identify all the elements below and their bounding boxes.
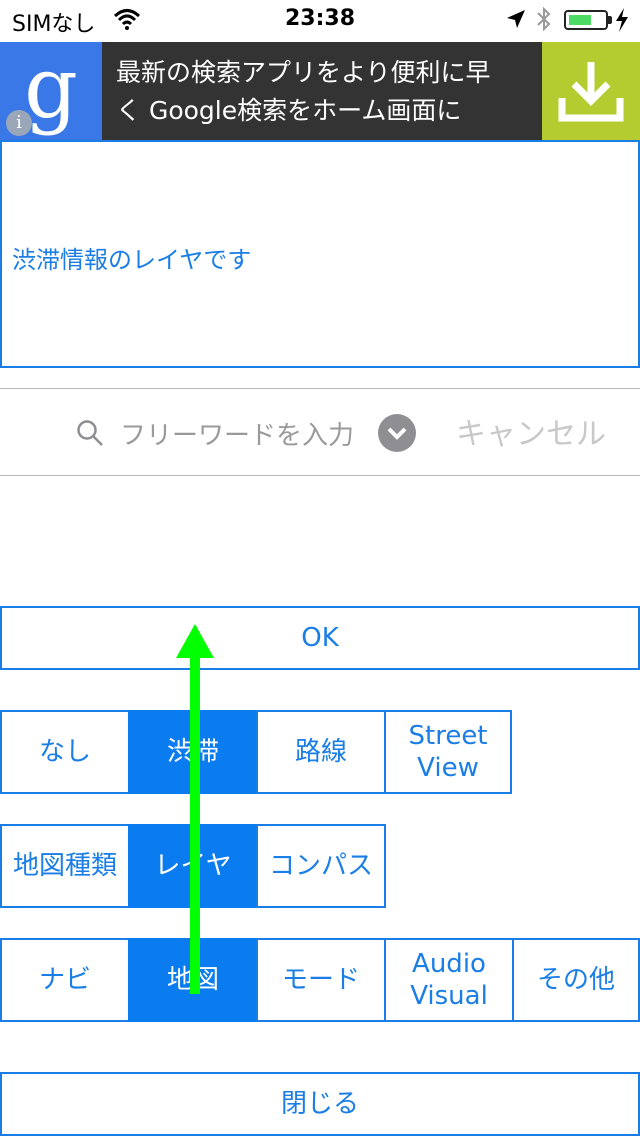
battery-tip xyxy=(608,16,612,24)
info-icon[interactable]: i xyxy=(6,110,32,136)
mode-button[interactable]: モード xyxy=(256,938,386,1022)
battery-icon xyxy=(564,10,608,30)
ad-text-line1: 最新の検索アプリをより便利に早 xyxy=(116,58,491,87)
bluetooth-icon xyxy=(537,6,551,32)
search-icon xyxy=(77,420,103,446)
google-logo-icon[interactable]: g i xyxy=(0,42,102,140)
swipe-up-arrow-icon xyxy=(176,624,214,994)
battery-level xyxy=(569,15,591,25)
download-icon xyxy=(558,62,624,122)
other-button[interactable]: その他 xyxy=(512,938,640,1022)
compass-button[interactable]: コンパス xyxy=(256,824,386,908)
layer-info-box: 渋滞情報のレイヤです xyxy=(0,140,640,368)
chevron-down-icon xyxy=(387,427,407,440)
search-input[interactable]: フリーワードを入力 xyxy=(120,415,354,452)
close-button[interactable]: 閉じる xyxy=(0,1072,640,1136)
ok-button[interactable]: OK xyxy=(0,606,640,670)
street-view-button[interactable]: Street View xyxy=(384,710,512,794)
status-bar: SIMなし 23:38 xyxy=(0,0,640,40)
transit-lines-button[interactable]: 路線 xyxy=(256,710,386,794)
ad-text-line2: く Google検索をホーム画面に xyxy=(116,96,462,125)
search-bar: フリーワードを入力 キャンセル xyxy=(0,388,640,476)
ad-banner[interactable]: g i 最新の検索アプリをより便利に早 く Google検索をホーム画面に xyxy=(0,42,640,140)
cancel-button[interactable]: キャンセル xyxy=(456,409,606,453)
search-options-button[interactable] xyxy=(378,414,416,452)
traffic-none-button[interactable]: なし xyxy=(0,710,130,794)
navi-button[interactable]: ナビ xyxy=(0,938,130,1022)
map-type-button[interactable]: 地図種類 xyxy=(0,824,130,908)
layer-info-text: 渋滞情報のレイヤです xyxy=(12,246,252,274)
audio-visual-button[interactable]: Audio Visual xyxy=(384,938,514,1022)
charging-icon xyxy=(616,8,628,32)
location-arrow-icon xyxy=(507,10,525,28)
ad-download-button[interactable] xyxy=(542,42,640,140)
ad-text[interactable]: 最新の検索アプリをより便利に早 く Google検索をホーム画面に xyxy=(116,54,536,130)
